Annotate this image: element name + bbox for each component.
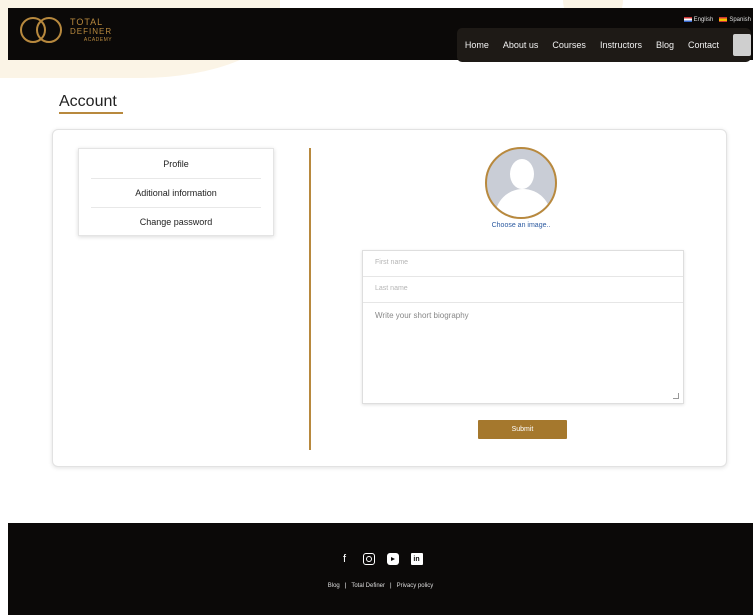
- nav-courses[interactable]: Courses: [552, 40, 586, 50]
- footer-link-privacy-policy[interactable]: Privacy policy: [397, 583, 434, 589]
- logo-text: TOTAL DEFINER ACADEMY: [70, 16, 113, 45]
- choose-image-link[interactable]: Choose an image..: [461, 222, 581, 229]
- separator: |: [390, 583, 392, 589]
- linkedin-icon[interactable]: in: [410, 553, 423, 565]
- biography-placeholder: Write your short biography: [375, 311, 469, 320]
- site-header: TOTAL DEFINER ACADEMY English Spanish Ho…: [8, 8, 753, 62]
- spain-flag-icon: [719, 17, 728, 22]
- menu-item-change-password[interactable]: Change password: [91, 207, 261, 236]
- nav-about-us[interactable]: About us: [503, 40, 539, 50]
- menu-item-additional-information[interactable]: Aditional information: [91, 178, 261, 207]
- person-head-icon: [510, 159, 534, 189]
- language-switcher: English Spanish: [683, 17, 751, 23]
- title-underline: [59, 112, 123, 114]
- nav-instructors[interactable]: Instructors: [600, 40, 642, 50]
- first-name-field[interactable]: First name: [363, 251, 683, 277]
- footer-link-total-definer[interactable]: Total Definer: [351, 583, 385, 589]
- youtube-icon[interactable]: [386, 553, 399, 565]
- site-footer: f in Blog | Total Definer | Privacy policy: [8, 523, 753, 615]
- person-body-icon: [495, 189, 551, 217]
- resize-handle-icon[interactable]: [673, 393, 679, 399]
- logo-line2: DEFINER: [70, 26, 113, 36]
- main-nav: Home About us Courses Instructors Blog C…: [456, 28, 751, 62]
- profile-avatar[interactable]: [485, 147, 557, 219]
- nav-home[interactable]: Home: [465, 40, 489, 50]
- nav-contact[interactable]: Contact: [688, 40, 719, 50]
- logo-line3: ACADEMY: [83, 36, 113, 43]
- submit-button[interactable]: Submit: [478, 420, 567, 439]
- social-icons: f in: [8, 553, 753, 565]
- account-menu: Profile Aditional information Change pas…: [78, 148, 274, 236]
- nav-blog[interactable]: Blog: [656, 40, 674, 50]
- language-english[interactable]: English: [683, 17, 713, 23]
- biography-textarea[interactable]: Write your short biography: [363, 303, 683, 403]
- us-flag-icon: [683, 17, 692, 22]
- facebook-icon[interactable]: f: [339, 553, 351, 565]
- user-avatar[interactable]: [733, 34, 751, 56]
- page-title: Account: [59, 93, 117, 110]
- last-name-field[interactable]: Last name: [363, 277, 683, 303]
- logo-line1: TOTAL: [70, 16, 104, 27]
- footer-links: Blog | Total Definer | Privacy policy: [8, 583, 753, 589]
- profile-form: First name Last name Write your short bi…: [362, 250, 684, 404]
- logo-mark: [20, 14, 66, 48]
- logo[interactable]: TOTAL DEFINER ACADEMY: [20, 14, 112, 48]
- separator: |: [344, 583, 347, 589]
- account-card: Profile Aditional information Change pas…: [52, 129, 727, 467]
- divider: [309, 148, 311, 450]
- menu-item-profile[interactable]: Profile: [79, 149, 273, 178]
- footer-link-blog[interactable]: Blog: [328, 583, 340, 589]
- language-spanish[interactable]: Spanish: [719, 17, 751, 23]
- instagram-icon[interactable]: [362, 553, 375, 565]
